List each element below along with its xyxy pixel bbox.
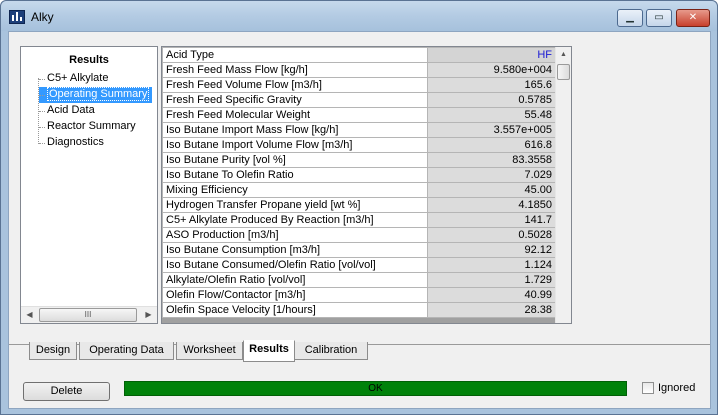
row-value-cell[interactable]: 0.5028	[427, 227, 556, 243]
row-value-cell[interactable]: 28.38	[427, 302, 556, 318]
header-label-cell: Acid Type	[162, 47, 428, 63]
operating-summary-table: Acid Type HF Fresh Feed Mass Flow [kg/h]…	[162, 47, 556, 318]
table-row: Fresh Feed Mass Flow [kg/h] 9.580e+004	[162, 62, 556, 78]
row-label-cell: Olefin Space Velocity [1/hours]	[162, 302, 428, 318]
tree-item-c5-alkylate[interactable]: C5+ Alkylate	[39, 71, 111, 87]
row-label-cell: Iso Butane To Olefin Ratio	[162, 167, 428, 183]
table-row: Fresh Feed Molecular Weight 55.48	[162, 107, 556, 123]
table-row: Alkylate/Olefin Ratio [vol/vol] 1.729	[162, 272, 556, 288]
row-value-cell[interactable]: 55.48	[427, 107, 556, 123]
results-grid: Acid Type HF Fresh Feed Mass Flow [kg/h]…	[161, 46, 572, 324]
tab-worksheet[interactable]: Worksheet	[176, 342, 243, 360]
row-label-cell: Fresh Feed Mass Flow [kg/h]	[162, 62, 428, 78]
title-bar[interactable]: Alky ▁ ▭ ✕	[1, 1, 717, 31]
table-row: Olefin Flow/Contactor [m3/h] 40.99	[162, 287, 556, 303]
row-value-cell[interactable]: 165.6	[427, 77, 556, 93]
row-label-cell: Iso Butane Purity [vol %]	[162, 152, 428, 168]
row-label-cell: Iso Butane Consumption [m3/h]	[162, 242, 428, 258]
row-label-cell: Fresh Feed Volume Flow [m3/h]	[162, 77, 428, 93]
scroll-right-icon[interactable]: ▶	[140, 307, 157, 323]
maximize-button[interactable]: ▭	[646, 9, 672, 27]
tab-results[interactable]: Results	[243, 340, 295, 362]
table-row: Hydrogen Transfer Propane yield [wt %] 4.…	[162, 197, 556, 213]
row-label-cell: Hydrogen Transfer Propane yield [wt %]	[162, 197, 428, 213]
tree-item-reactor-summary[interactable]: Reactor Summary	[39, 119, 139, 135]
row-label-cell: C5+ Alkylate Produced By Reaction [m3/h]	[162, 212, 428, 228]
client-area: Results C5+ Alkylate Operating Summary A…	[8, 31, 711, 409]
grid-vertical-scrollbar[interactable]: ▲	[555, 47, 571, 323]
row-value-cell[interactable]: 7.029	[427, 167, 556, 183]
row-value-cell[interactable]: 141.7	[427, 212, 556, 228]
row-label-cell: Fresh Feed Specific Gravity	[162, 92, 428, 108]
table-row: Iso Butane Consumption [m3/h] 92.12	[162, 242, 556, 258]
row-value-cell[interactable]: 83.3558	[427, 152, 556, 168]
row-value-cell[interactable]: 1.729	[427, 272, 556, 288]
row-value-cell[interactable]: 3.557e+005	[427, 122, 556, 138]
row-label-cell: Iso Butane Consumed/Olefin Ratio [vol/vo…	[162, 257, 428, 273]
row-value-cell[interactable]: 45.00	[427, 182, 556, 198]
maximize-icon: ▭	[654, 12, 664, 23]
row-label-cell: Olefin Flow/Contactor [m3/h]	[162, 287, 428, 303]
tree-title: Results	[69, 54, 109, 66]
minimize-icon: ▁	[626, 12, 634, 23]
table-row: ASO Production [m3/h] 0.5028	[162, 227, 556, 243]
row-value-cell[interactable]: 40.99	[427, 287, 556, 303]
row-label-cell: Mixing Efficiency	[162, 182, 428, 198]
tree-horizontal-scrollbar[interactable]: ◀ III ▶	[21, 306, 157, 323]
scroll-up-icon[interactable]: ▲	[556, 47, 571, 63]
header-value-cell[interactable]: HF	[427, 47, 556, 63]
tree-item-diagnostics[interactable]: Diagnostics	[39, 135, 107, 151]
table-row: Fresh Feed Volume Flow [m3/h] 165.6	[162, 77, 556, 93]
table-row: Mixing Efficiency 45.00	[162, 182, 556, 198]
scroll-left-icon[interactable]: ◀	[21, 307, 38, 323]
ignored-label: Ignored	[658, 382, 696, 394]
close-button[interactable]: ✕	[676, 9, 710, 27]
tab-calibration[interactable]: Calibration	[294, 342, 368, 360]
window-title: Alky	[31, 10, 54, 24]
tree-item-operating-summary[interactable]: Operating Summary	[39, 87, 153, 103]
delete-button[interactable]: Delete	[23, 382, 110, 401]
row-label-cell: Fresh Feed Molecular Weight	[162, 107, 428, 123]
row-label-cell: Iso Butane Import Mass Flow [kg/h]	[162, 122, 428, 138]
row-value-cell[interactable]: 616.8	[427, 137, 556, 153]
table-row: Iso Butane Consumed/Olefin Ratio [vol/vo…	[162, 257, 556, 273]
table-row: Olefin Space Velocity [1/hours] 28.38	[162, 302, 556, 318]
grid-scroll-thumb[interactable]	[557, 64, 570, 80]
row-value-cell[interactable]: 4.1850	[427, 197, 556, 213]
table-row: C5+ Alkylate Produced By Reaction [m3/h]…	[162, 212, 556, 228]
row-label-cell: Iso Butane Import Volume Flow [m3/h]	[162, 137, 428, 153]
status-bar: OK	[124, 381, 627, 396]
table-row: Fresh Feed Specific Gravity 0.5785	[162, 92, 556, 108]
app-icon	[9, 10, 25, 24]
row-value-cell[interactable]: 1.124	[427, 257, 556, 273]
table-row: Iso Butane Import Volume Flow [m3/h] 616.…	[162, 137, 556, 153]
application-window: Alky ▁ ▭ ✕ Results C5+ Alkylate Operatin…	[0, 0, 718, 415]
tree-item-acid-data[interactable]: Acid Data	[39, 103, 98, 119]
row-value-cell[interactable]: 0.5785	[427, 92, 556, 108]
row-value-cell[interactable]: 9.580e+004	[427, 62, 556, 78]
results-tree: Results C5+ Alkylate Operating Summary A…	[20, 46, 158, 324]
table-header-row: Acid Type HF	[162, 47, 556, 63]
table-row: Iso Butane Purity [vol %] 83.3558	[162, 152, 556, 168]
table-row: Iso Butane Import Mass Flow [kg/h] 3.557e…	[162, 122, 556, 138]
scroll-thumb[interactable]: III	[39, 308, 137, 322]
tab-design[interactable]: Design	[29, 342, 77, 360]
tab-operating-data[interactable]: Operating Data	[79, 342, 174, 360]
row-label-cell: ASO Production [m3/h]	[162, 227, 428, 243]
ignored-checkbox[interactable]	[642, 382, 654, 394]
row-value-cell[interactable]: 92.12	[427, 242, 556, 258]
table-row: Iso Butane To Olefin Ratio 7.029	[162, 167, 556, 183]
row-label-cell: Alkylate/Olefin Ratio [vol/vol]	[162, 272, 428, 288]
minimize-button[interactable]: ▁	[617, 9, 643, 27]
close-icon: ✕	[688, 12, 698, 23]
